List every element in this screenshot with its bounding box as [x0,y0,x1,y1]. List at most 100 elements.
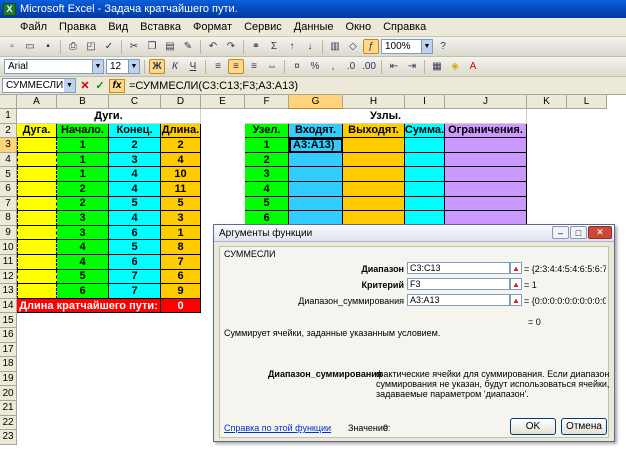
arc-cell[interactable]: 7 [109,269,161,285]
arc-cell[interactable]: 5 [161,196,201,212]
collapse-range-icon[interactable]: ▲ [510,262,522,274]
menu-insert[interactable]: Вставка [134,21,187,33]
arg-input-criteria[interactable]: F3 [407,278,510,290]
node-sum-cell[interactable] [405,182,445,197]
arcs-header-cell[interactable]: Конец. [109,123,161,139]
save-icon[interactable]: ▪ [40,39,56,54]
arc-cell[interactable] [17,138,57,153]
row-header-1[interactable]: 1 [0,109,17,124]
collapse-sum-range-icon[interactable]: ▲ [510,294,522,306]
node-constraint-cell[interactable] [445,167,527,182]
help-link[interactable]: Справка по этой функции [224,423,331,433]
merge-center-icon[interactable]: ⇔ [264,59,280,74]
arc-cell[interactable]: 1 [161,225,201,241]
maximize-icon[interactable]: □ [570,226,587,239]
currency-icon[interactable]: ¤ [289,59,305,74]
select-all-corner[interactable] [0,95,17,109]
node-id-cell[interactable]: 5 [245,196,289,212]
chart-wizard-icon[interactable]: ▥ [327,39,343,54]
bold-button[interactable]: Ж [149,59,165,74]
arc-cell[interactable]: 11 [161,182,201,197]
arg-input-range[interactable]: C3:C13 [407,262,510,274]
column-header-k[interactable]: K [527,95,567,109]
arc-cell[interactable]: 2 [109,138,161,153]
increase-indent-icon[interactable]: ⇥ [404,59,420,74]
node-sum-cell[interactable] [405,138,445,153]
font-size-select[interactable]: 12 ▼ [106,59,140,74]
row-header-13[interactable]: 13 [0,284,17,299]
column-header-c[interactable]: C [109,95,161,109]
shortest-path-label[interactable]: Длина кратчайшего пути: [17,298,161,314]
nodes-header-cell[interactable]: Выходят. [343,123,405,139]
row-header-4[interactable]: 4 [0,152,17,168]
arc-cell[interactable] [17,196,57,212]
arg-input-sum-range[interactable]: A3:A13 [407,294,510,306]
menu-edit[interactable]: Правка [53,21,102,33]
menu-window[interactable]: Окно [340,21,378,33]
column-header-h[interactable]: H [343,95,405,109]
node-id-cell[interactable]: 1 [245,138,289,153]
node-incoming-cell[interactable] [289,152,343,168]
column-header-j[interactable]: J [445,95,527,109]
formula-input[interactable]: =СУММЕСЛИ(C3:C13;F3;A3:A13) [129,80,298,92]
enter-formula-icon[interactable]: ✓ [94,79,106,93]
column-header-i[interactable]: I [405,95,445,109]
cancel-button[interactable]: Отмена [561,418,607,435]
row-header-23[interactable]: 23 [0,430,17,445]
menu-view[interactable]: Вид [102,21,134,33]
new-document-icon[interactable]: ▫ [4,39,20,54]
align-left-icon[interactable]: ≡ [210,59,226,74]
row-header-19[interactable]: 19 [0,371,17,387]
arc-cell[interactable]: 3 [57,225,109,241]
node-sum-cell[interactable] [405,196,445,212]
column-header-d[interactable]: D [161,95,201,109]
arc-cell[interactable]: 2 [57,196,109,212]
node-outgoing-cell[interactable] [343,138,405,153]
row-header-6[interactable]: 6 [0,182,17,197]
underline-button[interactable]: Ч [185,59,201,74]
node-incoming-cell[interactable] [289,196,343,212]
arc-cell[interactable] [17,255,57,270]
decrease-decimal-icon[interactable]: .00 [361,59,377,74]
sort-descending-icon[interactable]: ↓ [302,39,318,54]
cut-icon[interactable]: ✂ [126,39,142,54]
row-header-5[interactable]: 5 [0,167,17,182]
row-header-17[interactable]: 17 [0,342,17,358]
row-header-8[interactable]: 8 [0,211,17,226]
name-box[interactable]: СУММЕСЛИ ▼ [2,78,76,93]
row-header-18[interactable]: 18 [0,357,17,372]
undo-icon[interactable]: ↶ [205,39,221,54]
arc-cell[interactable]: 4 [109,182,161,197]
nodes-header-cell[interactable]: Входят. [289,123,343,139]
arc-cell[interactable] [17,182,57,197]
node-incoming-cell[interactable] [289,182,343,197]
increase-decimal-icon[interactable]: .0 [343,59,359,74]
nodes-header-cell[interactable]: Сумма. [405,123,445,139]
row-header-11[interactable]: 11 [0,255,17,270]
decrease-indent-icon[interactable]: ⇤ [386,59,402,74]
node-outgoing-cell[interactable] [343,167,405,182]
arc-cell[interactable]: 4 [161,152,201,168]
arc-cell[interactable]: 1 [57,138,109,153]
drawing-icon[interactable]: ◇ [345,39,361,54]
align-right-icon[interactable]: ≡ [246,59,262,74]
align-center-icon[interactable]: ≡ [228,59,244,74]
row-header-2[interactable]: 2 [0,123,17,139]
arc-cell[interactable]: 10 [161,167,201,182]
menu-format[interactable]: Формат [187,21,238,33]
italic-button[interactable]: К [167,59,183,74]
arc-cell[interactable]: 1 [57,167,109,182]
arcs-title[interactable]: Дуги. [17,109,201,124]
node-id-cell[interactable]: 3 [245,167,289,182]
paste-icon[interactable]: ▤ [162,39,178,54]
node-outgoing-cell[interactable] [343,152,405,168]
row-header-7[interactable]: 7 [0,196,17,212]
arcs-header-cell[interactable]: Дуга. [17,123,57,139]
arc-cell[interactable]: 3 [57,211,109,226]
arc-cell[interactable]: 4 [109,167,161,182]
arc-cell[interactable]: 1 [57,152,109,168]
arc-cell[interactable]: 7 [161,255,201,270]
arc-cell[interactable]: 4 [109,211,161,226]
cancel-formula-icon[interactable]: ✕ [79,79,91,93]
column-header-b[interactable]: B [57,95,109,109]
